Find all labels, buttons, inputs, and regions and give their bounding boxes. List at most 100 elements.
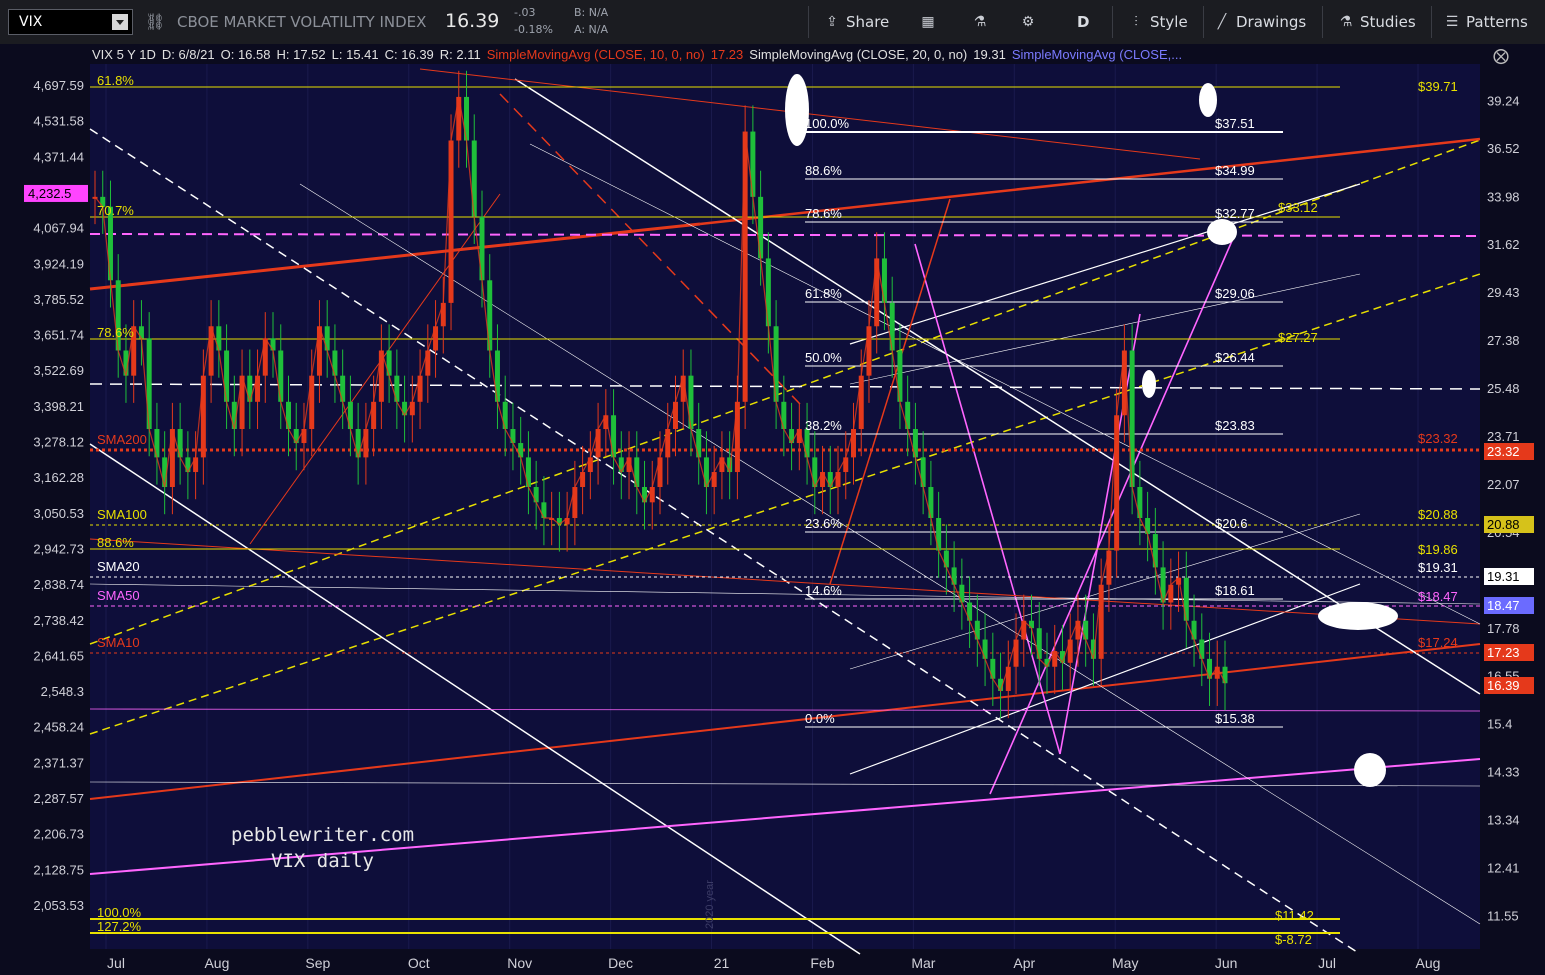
highlight-marker [1142, 370, 1156, 398]
separator [808, 6, 809, 38]
price-chart[interactable]: VIX 5 Y 1D D: 6/8/21 O: 16.58 H: 17.52 L: 15… [0, 44, 1545, 975]
period-button[interactable]: D [1077, 8, 1089, 36]
toolbar: VIX ⛓ CBOE MARKET VOLATILITY INDEX 16.39… [0, 0, 1545, 45]
chart-header: VIX 5 Y 1D D: 6/8/21 O: 16.58 H: 17.52 L: 15… [92, 47, 1182, 62]
left-axis-tick: 2,206.73 [33, 827, 84, 842]
right-price-label: $11.42 [1275, 908, 1314, 923]
chevron-down-icon[interactable] [112, 14, 128, 30]
candle-body [920, 457, 926, 488]
right-axis-tick: 39.24 [1487, 93, 1520, 108]
fib-retrace-price: $29.06 [1215, 286, 1255, 301]
candle-body [200, 375, 206, 458]
period-label: D [1077, 13, 1090, 31]
left-axis-tick: 2,942.73 [33, 541, 84, 556]
x-axis-tick: May [1112, 955, 1138, 971]
share-label: Share [846, 13, 890, 31]
right-price-label: $19.86 [1418, 542, 1458, 557]
left-axis-tick: 3,522.69 [33, 363, 84, 378]
right-axis-tick: 15.4 [1487, 717, 1512, 732]
x-axis-tick: Nov [507, 955, 532, 971]
left-axis-tick: 2,641.65 [33, 648, 84, 663]
link-icon[interactable]: ⛓ [145, 12, 165, 31]
right-axis-tick: 25.48 [1487, 381, 1520, 396]
close-icon[interactable]: ⨂ [1493, 46, 1509, 65]
highlight-marker [1318, 602, 1398, 630]
left-axis-tick: 3,278.12 [33, 435, 84, 450]
right-price-label: $-8.72 [1275, 932, 1312, 947]
patterns-button[interactable]: ☰ Patterns [1444, 8, 1528, 36]
studies-button[interactable]: ⚗ Studies [1338, 8, 1416, 36]
left-axis-tick: 2,128.75 [33, 862, 84, 877]
price-badge-label: 16.39 [1487, 678, 1520, 693]
fib-retrace-price: $34.99 [1215, 163, 1255, 178]
left-axis-tick: 2,458.24 [33, 720, 84, 735]
x-axis-tick: Feb [810, 955, 834, 971]
fib-retrace-price: $37.51 [1215, 116, 1255, 131]
right-axis-tick: 17.78 [1487, 621, 1520, 636]
fib-retrace-pct: 78.6% [805, 206, 842, 221]
right-price-label: $18.47 [1418, 589, 1458, 604]
left-axis-tick: 3,924.19 [33, 256, 84, 271]
fib-level-label: 61.8% [97, 73, 134, 88]
right-price-label: $17.24 [1418, 635, 1458, 650]
right-price-label: $27.27 [1278, 330, 1318, 345]
separator [1322, 6, 1323, 38]
candle-body [278, 350, 284, 402]
fib-retrace-pct: 88.6% [805, 163, 842, 178]
studies-icon: ⚗ [1339, 14, 1353, 30]
style-icon: ⫶ [1134, 14, 1138, 30]
candle-body [881, 258, 887, 303]
bid-value: B: N/A [574, 6, 609, 19]
separator [1112, 6, 1113, 38]
patterns-label: Patterns [1466, 13, 1528, 31]
header-date: D: 6/8/21 [162, 47, 215, 62]
header-sma20-value: 19.31 [973, 47, 1006, 62]
x-axis-tick: Jul [1318, 955, 1336, 971]
candle-body [611, 415, 617, 458]
right-axis-tick: 12.41 [1487, 861, 1520, 876]
header-sma50: SimpleMovingAvg (CLOSE,... [1012, 47, 1182, 62]
x-axis-tick: Apr [1013, 955, 1035, 971]
fib-retrace-price: $23.83 [1215, 418, 1255, 433]
fib-retrace-pct: 0.0% [805, 711, 835, 726]
gear-icon: ⚙ [1021, 14, 1035, 30]
x-axis-tick: Aug [1416, 955, 1441, 971]
header-sma10: SimpleMovingAvg (CLOSE, 10, 0, no) [487, 47, 705, 62]
right-axis-tick: 31.62 [1487, 237, 1520, 252]
ask-value: A: N/A [574, 23, 608, 36]
fib-level-label: 100.0% [97, 905, 142, 920]
fib-level-label: 88.6% [97, 535, 134, 550]
candle-body [494, 350, 500, 402]
calendar-button[interactable]: ▦ [920, 8, 936, 36]
share-button[interactable]: ⇪ Share [824, 8, 889, 36]
style-label: Style [1150, 13, 1188, 31]
left-axis-tick: 2,053.53 [33, 898, 84, 913]
fib-retrace-price: $18.61 [1215, 583, 1255, 598]
left-axis-tick: 4,531.58 [33, 114, 84, 129]
percent-change: -0.18% [514, 23, 553, 36]
flask-button[interactable]: ⚗ [972, 8, 988, 36]
watermark-site: pebblewriter.com [231, 824, 414, 846]
left-axis-tick: 2,287.57 [33, 791, 84, 806]
price-badge-label: 18.47 [1487, 598, 1520, 613]
header-sma10-value: 17.23 [711, 47, 744, 62]
x-axis-tick: 21 [714, 955, 730, 971]
studies-label: Studies [1360, 13, 1416, 31]
right-axis-tick: 27.38 [1487, 333, 1520, 348]
header-close: C: 16.39 [385, 47, 434, 62]
candle-body [378, 350, 384, 402]
x-axis-tick: Dec [608, 955, 633, 971]
style-button[interactable]: ⫶ Style [1128, 8, 1188, 36]
left-axis-tick: 2,548.3 [41, 684, 84, 699]
left-axis-tick: 4,067.94 [33, 221, 84, 236]
symbol-selector[interactable]: VIX [8, 9, 133, 35]
sma-level-label: SMA200 [97, 432, 147, 447]
price-badge-label: 19.31 [1487, 569, 1520, 584]
fib-retrace-price: $15.38 [1215, 711, 1255, 726]
settings-button[interactable]: ⚙ [1020, 8, 1036, 36]
drawings-button[interactable]: ╱ Drawings [1214, 8, 1306, 36]
price-badge-label: 23.32 [1487, 444, 1520, 459]
right-axis-tick: 14.33 [1487, 765, 1520, 780]
drawings-label: Drawings [1236, 13, 1307, 31]
right-axis-tick: 13.34 [1487, 812, 1520, 827]
